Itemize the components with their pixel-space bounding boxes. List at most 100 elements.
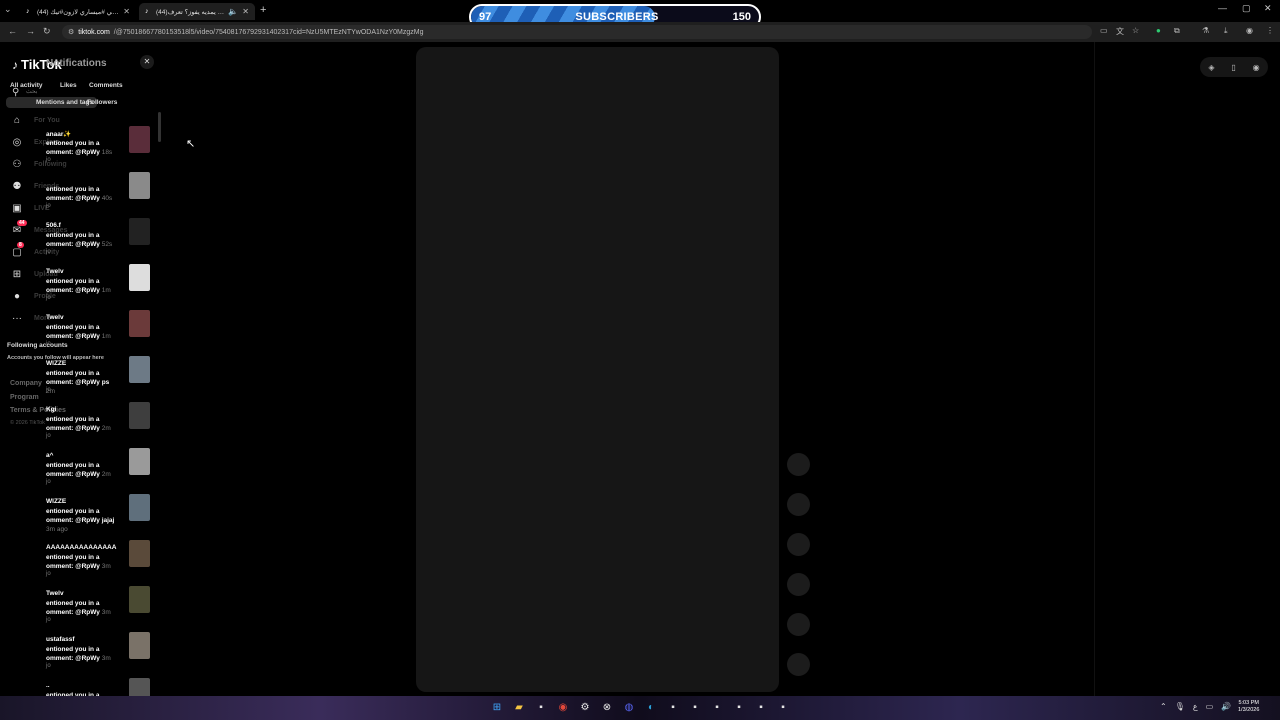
notification-item[interactable]: Twelv entioned you in a omment: @RpWy 1m j… (46, 264, 156, 312)
browser-tab[interactable]: ♪ القرشي #ميساري لازون#تيك (44) ✕ (20, 3, 136, 20)
notification-user[interactable]: a^ (46, 452, 53, 459)
notification-user[interactable]: Twelv (46, 268, 64, 275)
filter-all-activity[interactable]: All activity (6, 80, 47, 91)
cast-icon[interactable]: ▭ (1100, 26, 1108, 35)
profile-avatar[interactable]: ◉ (1253, 63, 1260, 72)
app-icon[interactable]: ▪ (532, 699, 550, 717)
app-icon[interactable]: ▪ (708, 699, 726, 717)
app-icon[interactable]: ▪ (730, 699, 748, 717)
video-thumbnail[interactable] (129, 126, 150, 153)
tab-close-icon[interactable]: ✕ (123, 7, 130, 16)
xbox-icon[interactable]: ⊗ (598, 699, 616, 717)
translate-icon[interactable]: 文 (1116, 26, 1124, 37)
notification-item[interactable]: WIZZE entioned you in a omment: @RpWy jaj… (46, 494, 156, 542)
notification-user[interactable]: Twelv (46, 590, 64, 597)
back-icon[interactable]: ← (8, 26, 17, 36)
notification-user[interactable]: .. (46, 682, 50, 689)
music-disc-button[interactable] (787, 653, 810, 676)
video-thumbnail[interactable] (129, 402, 150, 429)
app-icon[interactable]: ▪ (774, 699, 792, 717)
forward-icon[interactable]: → (26, 26, 35, 36)
sidebar-item-for-you[interactable]: ⌂ For You (10, 112, 90, 128)
settings-icon[interactable]: ⚙ (576, 699, 594, 717)
avatar-action-button[interactable] (787, 453, 810, 476)
extension-icon[interactable]: ● (1156, 26, 1161, 35)
video-thumbnail[interactable] (129, 586, 150, 613)
windows-start-icon[interactable]: ⊞ (488, 699, 506, 717)
video-player[interactable] (416, 47, 779, 692)
notification-user[interactable]: AAAAAAAAAAAAAAA (46, 544, 116, 551)
video-thumbnail[interactable] (129, 218, 150, 245)
chrome-icon[interactable]: ◉ (554, 699, 572, 717)
notification-user[interactable]: anaar✨ (46, 130, 71, 138)
send-icon[interactable]: ◈ (1208, 63, 1214, 72)
filter-followers[interactable]: Followers (83, 97, 121, 108)
notification-item[interactable]: Kgi entioned you in a omment: @RpWy 2m jo (46, 402, 156, 450)
footer-link-program[interactable]: Program (10, 394, 39, 401)
notification-user[interactable]: Kgi (46, 406, 56, 413)
notification-item[interactable]: entioned you in a omment: @RpWy 40s jo (46, 172, 156, 220)
notification-item[interactable]: Twelv entioned you in a omment: @RpWy 1m j… (46, 310, 156, 358)
video-thumbnail[interactable] (129, 494, 150, 521)
notification-user[interactable]: 506.f (46, 222, 61, 229)
notification-user[interactable]: ustafassf (46, 636, 75, 643)
minimize-button[interactable]: — (1218, 3, 1227, 13)
notification-user[interactable]: Twelv (46, 314, 64, 321)
steam-icon[interactable]: ◐ (642, 699, 660, 717)
notification-item[interactable]: AAAAAAAAAAAAAAA entioned you in a omment:… (46, 540, 156, 588)
close-window-button[interactable]: ✕ (1264, 3, 1272, 14)
menu-icon[interactable]: ⋮ (1266, 26, 1274, 35)
download-icon[interactable]: ⤓ (1224, 26, 1228, 36)
tab-search-icon[interactable]: ⌄ (4, 4, 14, 16)
site-info-icon[interactable]: ⚙ (68, 28, 74, 36)
app-icon[interactable]: ▪ (686, 699, 704, 717)
filter-likes[interactable]: Likes (56, 80, 81, 91)
app-icon[interactable]: ▪ (752, 699, 770, 717)
video-thumbnail[interactable] (129, 356, 150, 383)
video-thumbnail[interactable] (129, 172, 150, 199)
share-button[interactable] (787, 613, 810, 636)
profile-avatar[interactable]: ◉ (1246, 26, 1253, 35)
video-thumbnail[interactable] (129, 264, 150, 291)
discord-icon[interactable]: ◍ (620, 699, 638, 717)
incognito-icon[interactable]: ⚗ (1202, 26, 1209, 35)
bookmark-button[interactable] (787, 573, 810, 596)
chevron-up-icon[interactable]: ⌃ (1160, 702, 1167, 711)
mic-icon[interactable]: 🎙 (1175, 702, 1185, 711)
clock[interactable]: 5:03 PM 1/3/2026 (1238, 700, 1259, 714)
url-bar[interactable]: ⚙ tiktok.com/@75018667780153518l5/video/… (62, 25, 1092, 39)
language-icon[interactable]: ع (1193, 702, 1198, 711)
filter-comments[interactable]: Comments (85, 80, 127, 91)
footer-link-company[interactable]: Company (10, 380, 42, 387)
bookmark-star-icon[interactable]: ☆ (1132, 26, 1139, 35)
notification-user[interactable]: WIZZE (46, 498, 66, 505)
notification-item[interactable]: 506.f entioned you in a omment: @RpWy 52s… (46, 218, 156, 266)
video-thumbnail[interactable] (129, 448, 150, 475)
video-thumbnail[interactable] (129, 632, 150, 659)
notification-item[interactable]: Twelv entioned you in a omment: @RpWy 3m j… (46, 586, 156, 634)
extensions-icon[interactable]: ⧉ (1174, 26, 1180, 36)
notification-item[interactable]: a^ entioned you in a omment: @RpWy 2m jo (46, 448, 156, 496)
phone-icon[interactable]: ▯ (1231, 63, 1235, 72)
reload-icon[interactable]: ↻ (43, 26, 51, 37)
panel-scrollbar[interactable] (158, 112, 161, 142)
notification-item[interactable]: ustafassf entioned you in a omment: @RpWy… (46, 632, 156, 680)
new-tab-button[interactable]: + (260, 4, 266, 16)
video-thumbnail[interactable] (129, 310, 150, 337)
volume-icon[interactable]: 🔊 (1221, 702, 1231, 711)
maximize-button[interactable]: ▢ (1242, 3, 1251, 14)
file-explorer-icon[interactable]: ▰ (510, 699, 528, 717)
comment-button[interactable] (787, 533, 810, 556)
browser-tab-active[interactable]: ♪ (44)هل يمديه يفوز؟ تعرف... 🔈 ✕ (139, 3, 255, 20)
network-icon[interactable]: ▭ (1206, 702, 1214, 711)
speaker-icon[interactable]: 🔈 (228, 7, 238, 16)
close-notifications-button[interactable]: ✕ (140, 55, 154, 69)
clock-time: 5:03 PM (1238, 700, 1259, 706)
notification-user[interactable]: WIZZE (46, 360, 66, 367)
notification-item[interactable]: anaar✨ entioned you in a omment: @RpWy 18… (46, 126, 156, 174)
video-thumbnail[interactable] (129, 540, 150, 567)
app-icon[interactable]: ▪ (664, 699, 682, 717)
tab-close-icon[interactable]: ✕ (242, 7, 249, 16)
notification-item[interactable]: WIZZE entioned you in a omment: @RpWy ps … (46, 356, 156, 404)
like-button[interactable] (787, 493, 810, 516)
